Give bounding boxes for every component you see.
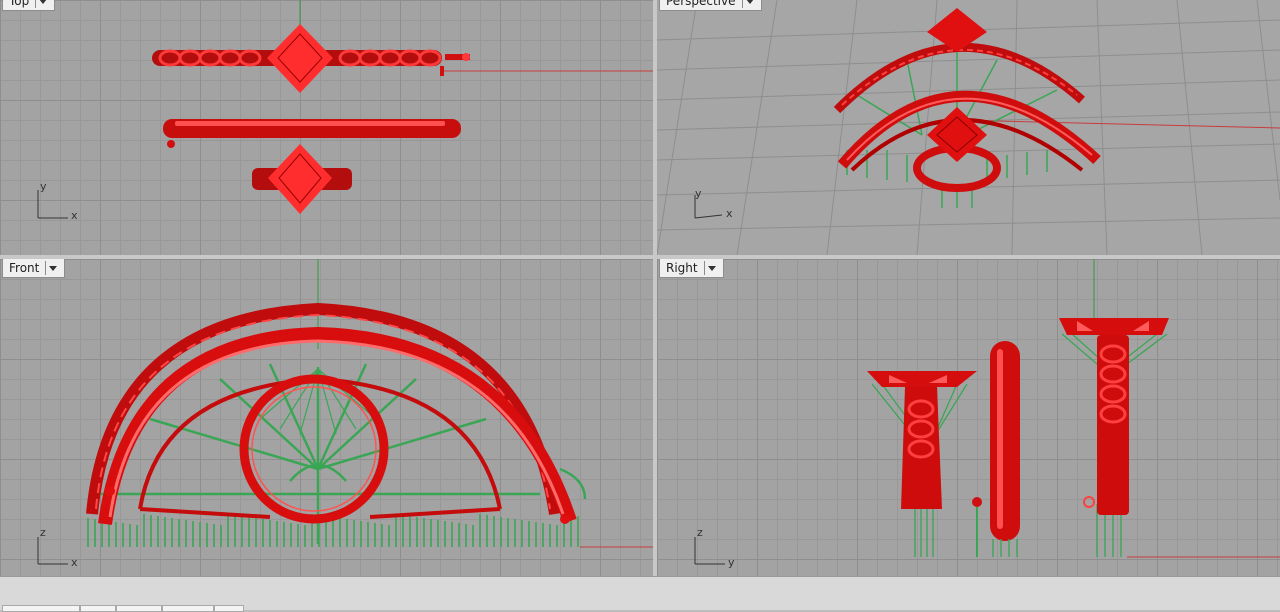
axis-label-vertical: z <box>40 526 46 539</box>
viewport-top[interactable]: Top y x <box>0 0 653 255</box>
axis-label-horizontal: x <box>726 207 733 220</box>
viewport-front[interactable]: Front z x <box>0 259 653 576</box>
axis-label-horizontal: y <box>728 556 735 569</box>
axis-label-horizontal: x <box>71 556 78 569</box>
axis-label-horizontal: x <box>71 209 78 222</box>
axis-label-vertical: y <box>695 187 702 200</box>
axis-widget <box>694 537 725 565</box>
axis-label-vertical: y <box>40 180 47 193</box>
axis-widget <box>694 195 723 219</box>
viewport-tab-bar <box>0 576 1280 612</box>
axis-widget <box>37 537 68 565</box>
viewport-right[interactable]: Right z y <box>657 259 1280 576</box>
viewport-perspective[interactable]: Perspective y x <box>657 0 1280 255</box>
axis-widget <box>37 190 68 219</box>
axis-label-vertical: z <box>697 526 703 539</box>
